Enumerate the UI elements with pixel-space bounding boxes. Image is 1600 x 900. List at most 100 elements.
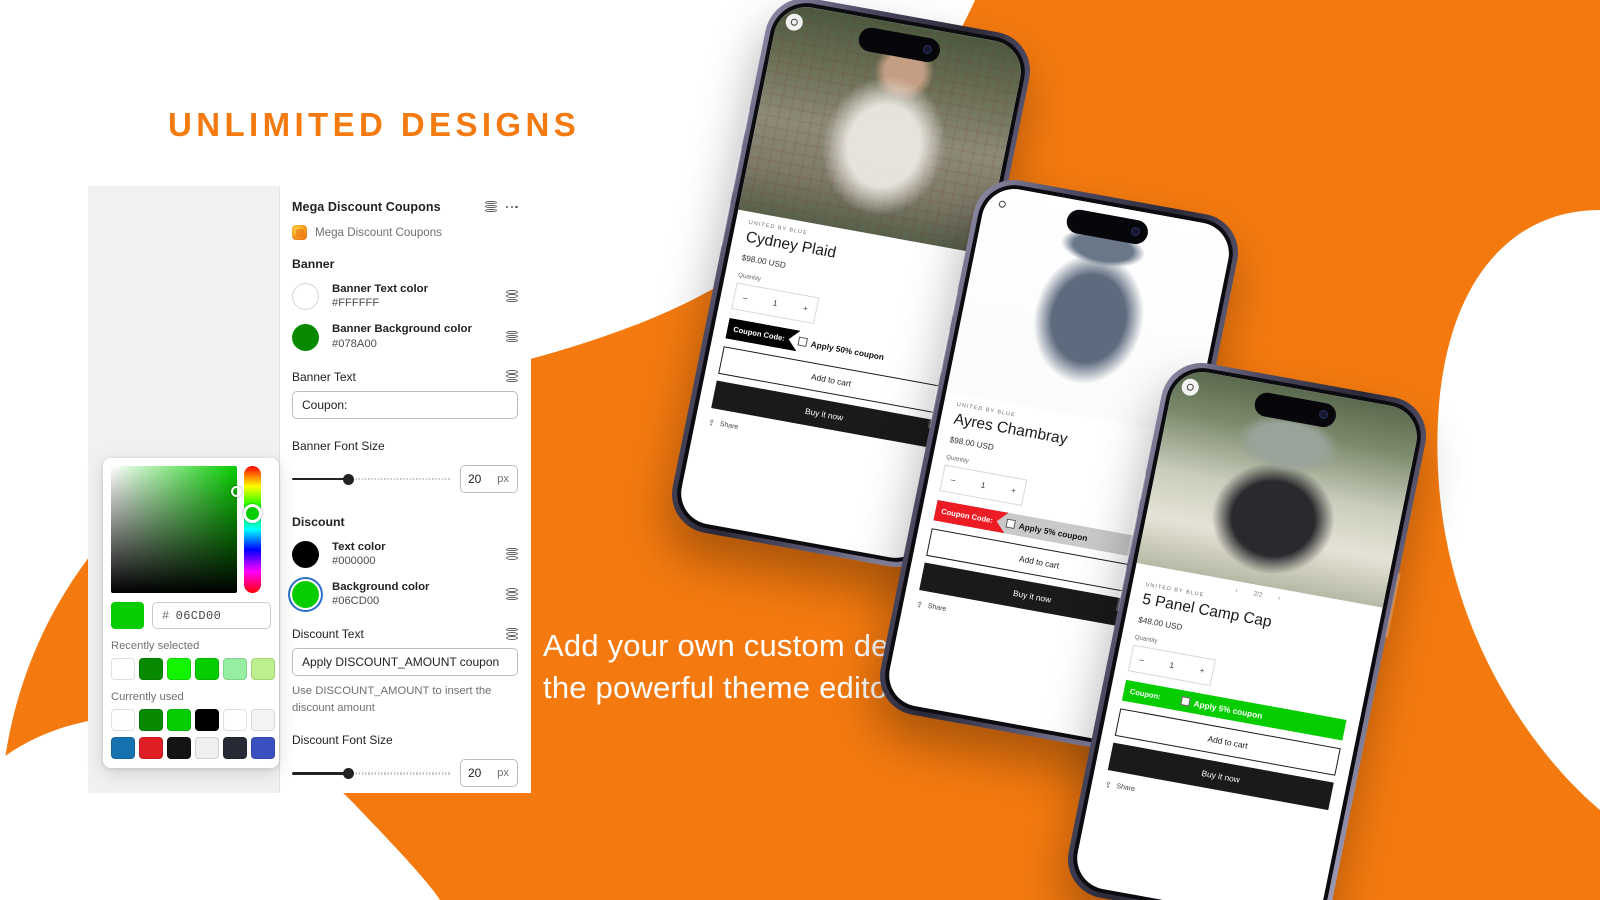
currently-used-swatches-row-2 [111, 737, 275, 759]
share-label: Share [1115, 782, 1136, 794]
color-value-discount-background: #06CD00 [332, 595, 380, 608]
banner-font-size-slider[interactable] [292, 471, 450, 487]
saturation-value-area[interactable] [111, 466, 242, 593]
discount-font-size-unit: px [497, 767, 509, 780]
swatch[interactable] [139, 658, 163, 680]
recently-selected-swatches [111, 658, 275, 680]
quantity-value: 1 [980, 480, 987, 491]
hue-slider[interactable] [243, 466, 262, 593]
discount-text-help: Use DISCOUNT_AMOUNT to insert the discou… [292, 685, 492, 714]
discount-font-size-slider-row[interactable]: 20 px [292, 759, 518, 788]
coupon-label: Apply 50% coupon [810, 338, 886, 362]
color-row-discount-text[interactable]: Text color #000000 [292, 540, 518, 569]
database-icon[interactable] [506, 547, 518, 561]
zoom-icon[interactable] [784, 12, 805, 33]
quantity-decrement-button[interactable]: – [950, 475, 956, 485]
color-label-discount-background: Background color [332, 581, 430, 594]
swatch[interactable] [251, 709, 275, 731]
swatch[interactable] [195, 658, 219, 680]
color-value-discount-text: #000000 [332, 554, 376, 567]
color-swatch-banner-text[interactable] [292, 283, 319, 311]
swatch[interactable] [111, 737, 135, 759]
quantity-increment-button[interactable]: + [802, 304, 808, 314]
section-heading-banner: Banner [292, 257, 335, 271]
color-swatch-discount-text[interactable] [292, 540, 319, 568]
database-icon[interactable] [506, 588, 518, 601]
swatch[interactable] [167, 709, 191, 731]
quantity-increment-button[interactable]: + [1199, 666, 1205, 676]
quantity-increment-button[interactable]: + [1010, 486, 1016, 496]
database-icon[interactable] [506, 370, 518, 383]
color-label-discount-text: Text color [332, 540, 386, 553]
banner-font-size-slider-row[interactable]: 20 px [292, 464, 518, 493]
pager-next-button[interactable]: › [1277, 595, 1281, 602]
zoom-icon[interactable] [992, 194, 1013, 215]
swatch[interactable] [167, 737, 191, 759]
field-label-banner-font-size: Banner Font Size [292, 438, 385, 453]
discount-text-input[interactable]: Apply DISCOUNT_AMOUNT coupon [292, 648, 518, 677]
more-horizontal-icon[interactable] [505, 201, 518, 214]
coupon-checkbox[interactable] [1005, 518, 1017, 529]
swatch[interactable] [139, 737, 163, 759]
swatch[interactable] [167, 658, 191, 680]
field-label-discount-font-size: Discount Font Size [292, 733, 393, 748]
swatch[interactable] [139, 709, 163, 731]
database-icon[interactable] [484, 200, 497, 214]
database-icon[interactable] [506, 627, 518, 641]
swatch[interactable] [223, 658, 247, 680]
section-heading-discount: Discount [292, 514, 345, 529]
color-row-banner-background[interactable]: Banner Background color #078A00 [292, 322, 518, 351]
editor-settings-pane: Mega Discount Coupons Mega Discount Coup… [280, 186, 531, 793]
field-label-discount-text: Discount Text [292, 627, 364, 642]
slider-knob[interactable] [343, 768, 355, 780]
hex-value: 06CD00 [175, 608, 222, 623]
banner-font-size-value[interactable]: 20 px [460, 464, 518, 493]
database-icon[interactable] [506, 290, 518, 303]
swatch[interactable] [195, 709, 219, 731]
share-label: Share [927, 602, 947, 614]
color-swatch-discount-background[interactable] [292, 581, 319, 609]
swatch[interactable] [251, 737, 275, 759]
color-row-banner-text[interactable]: Banner Text color #FFFFFF [292, 282, 518, 311]
saturation-value-knob[interactable] [231, 486, 242, 497]
hex-input[interactable]: # 06CD00 [152, 602, 271, 629]
hex-prefix: # [162, 608, 170, 623]
share-icon: ⇪ [707, 417, 716, 428]
banner-text-input[interactable]: Coupon: [292, 390, 518, 419]
color-row-discount-background[interactable]: Background color #06CD00 [292, 580, 518, 609]
swatch[interactable] [111, 658, 135, 680]
banner-font-size-number: 20 [468, 471, 482, 486]
swatch[interactable] [111, 709, 135, 731]
quantity-decrement-button[interactable]: – [1139, 655, 1145, 665]
recently-selected-label: Recently selected [111, 640, 200, 652]
color-value-banner-text: #FFFFFF [332, 297, 380, 310]
coupon-label: Apply 5% coupon [1018, 520, 1089, 543]
coupon-checkbox[interactable] [1180, 695, 1191, 707]
color-value-banner-background: #078A00 [332, 337, 377, 350]
field-header-banner-text: Banner Text [292, 370, 518, 384]
quantity-value: 1 [772, 298, 779, 309]
app-logo-icon [292, 225, 307, 240]
page-title: UNLIMITED DESIGNS [168, 105, 581, 143]
slider-knob[interactable] [343, 473, 355, 485]
quantity-decrement-button[interactable]: – [742, 293, 748, 303]
swatch[interactable] [195, 737, 219, 759]
color-swatch-banner-background[interactable] [292, 323, 319, 351]
field-header-banner-font-size: Banner Font Size [292, 439, 518, 453]
field-label-banner-text: Banner Text [292, 369, 356, 384]
zoom-icon[interactable] [1180, 377, 1201, 398]
hue-slider-knob[interactable] [243, 504, 262, 523]
swatch[interactable] [223, 709, 247, 731]
discount-font-size-slider[interactable] [292, 765, 450, 781]
settings-panel-title: Mega Discount Coupons [292, 200, 441, 214]
coupon-checkbox[interactable] [797, 336, 809, 347]
coupon-tag: Coupon Code: [725, 318, 800, 352]
swatch[interactable] [251, 658, 275, 680]
color-picker-popover[interactable]: # 06CD00 Recently selected Currently use… [103, 458, 279, 768]
settings-panel-header: Mega Discount Coupons [292, 200, 518, 214]
swatch[interactable] [223, 737, 247, 759]
discount-font-size-value[interactable]: 20 px [460, 759, 518, 788]
database-icon[interactable] [506, 330, 518, 344]
app-block-row[interactable]: Mega Discount Coupons [292, 225, 518, 240]
pager-prev-button[interactable]: ‹ [1235, 587, 1239, 594]
